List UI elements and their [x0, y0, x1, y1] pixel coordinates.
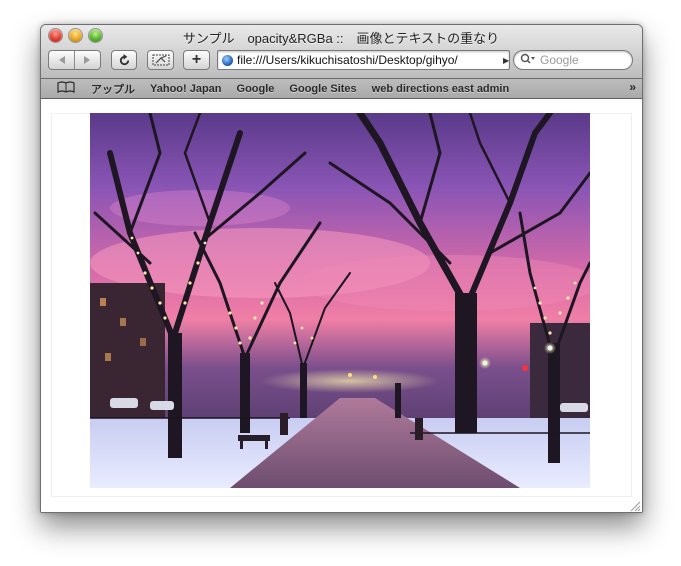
search-icon: [520, 53, 538, 67]
close-window-button[interactable]: [49, 29, 62, 42]
bookmark-item-web-directions[interactable]: web directions east admin: [372, 83, 510, 95]
reload-icon: [119, 53, 129, 65]
back-arrow-icon: [58, 56, 65, 64]
back-forward-group: [48, 50, 101, 70]
bookmark-item-apple[interactable]: アップル: [91, 81, 135, 97]
plus-icon: +: [191, 51, 202, 68]
address-bar[interactable]: file:///Users/kikuchisatoshi/Desktop/gih…: [217, 50, 510, 70]
bookmark-item-google[interactable]: Google: [237, 83, 275, 95]
bookmarks-book-icon[interactable]: [57, 81, 75, 96]
back-button[interactable]: [49, 51, 74, 69]
browser-window: サンプル opacity&RGBa :: 画像とテキストの重なり + file:…: [40, 24, 643, 513]
page-content: [41, 99, 642, 512]
reload-button[interactable]: [111, 50, 137, 70]
snippet-editor-button[interactable]: [147, 50, 174, 70]
title-bar: サンプル opacity&RGBa :: 画像とテキストの重なり + file:…: [41, 25, 642, 79]
minimize-window-button[interactable]: [69, 29, 82, 42]
winter-park-photo: [90, 113, 590, 488]
file-site-icon: [222, 54, 233, 66]
forward-arrow-icon: [84, 56, 91, 64]
search-placeholder: Google: [540, 53, 579, 67]
resize-grip-icon[interactable]: [629, 499, 641, 512]
search-input[interactable]: Google: [513, 50, 633, 70]
bookmark-item-yahoo-japan[interactable]: Yahoo! Japan: [150, 83, 222, 95]
snippet-editor-icon: [152, 54, 169, 66]
add-bookmark-button[interactable]: +: [183, 50, 210, 70]
zoom-window-button[interactable]: [89, 29, 102, 42]
bookmarks-overflow-icon[interactable]: »: [629, 80, 636, 94]
bookmarks-bar: アップル Yahoo! Japan Google Google Sites we…: [41, 79, 642, 99]
winter-park-twilight-photo-icon: [90, 113, 590, 488]
url-text: file:///Users/kikuchisatoshi/Desktop/gih…: [237, 53, 458, 67]
url-dropdown-icon[interactable]: ▶: [503, 56, 509, 65]
window-title: サンプル opacity&RGBa :: 画像とテキストの重なり: [182, 31, 500, 46]
forward-button[interactable]: [75, 51, 100, 69]
bookmark-item-google-sites[interactable]: Google Sites: [289, 83, 356, 95]
